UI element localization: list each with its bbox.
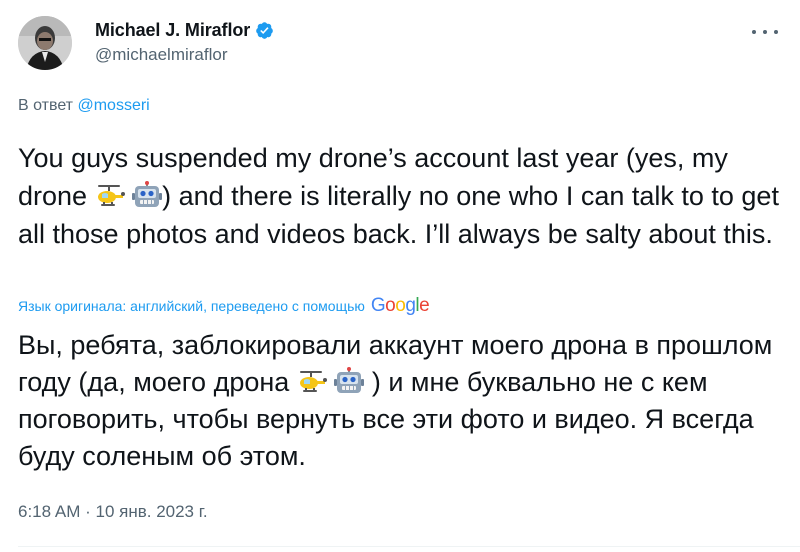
tweet-time-link[interactable]: 6:18 AM [18, 502, 80, 521]
helicopter-emoji-icon [95, 181, 125, 211]
robot-emoji-icon [334, 367, 365, 397]
translation-label: Язык оригинала: английский, переведено с… [18, 298, 365, 314]
dot [774, 30, 778, 34]
user-handle[interactable]: @michaelmiraflor [95, 45, 274, 65]
dot [763, 30, 767, 34]
translation-attribution[interactable]: Язык оригинала: английский, переведено с… [18, 295, 430, 317]
avatar[interactable] [18, 16, 72, 70]
tweet-card: Michael J. Miraflor @michaelmiraflor В о… [0, 0, 800, 552]
tweet-header: Michael J. Miraflor @michaelmiraflor [18, 16, 788, 72]
reply-mention-link[interactable]: @mosseri [77, 97, 149, 114]
divider [18, 546, 800, 547]
avatar-photo-icon [18, 16, 72, 70]
reply-prefix: В ответ [18, 97, 74, 114]
robot-emoji-icon [132, 181, 163, 211]
helicopter-emoji-icon [297, 367, 327, 397]
tweet-text: You guys suspended my drone’s account la… [18, 139, 788, 253]
google-logo: Google [370, 295, 430, 316]
reply-context: В ответ @mosseri [18, 97, 150, 115]
display-name[interactable]: Michael J. Miraflor [95, 20, 250, 41]
tweet-metadata: 6:18 AM · 10 янв. 2023 г. [18, 502, 208, 522]
tweet-date-link[interactable]: 10 янв. 2023 г. [95, 502, 207, 521]
verified-badge-icon [255, 21, 274, 40]
meta-separator: · [80, 502, 96, 521]
more-options-icon[interactable] [752, 22, 778, 42]
dot [752, 30, 756, 34]
translated-text: Вы, ребята, заблокировали аккаунт моего … [18, 327, 788, 475]
name-row: Michael J. Miraflor [95, 18, 274, 42]
user-info: Michael J. Miraflor @michaelmiraflor [95, 18, 274, 65]
